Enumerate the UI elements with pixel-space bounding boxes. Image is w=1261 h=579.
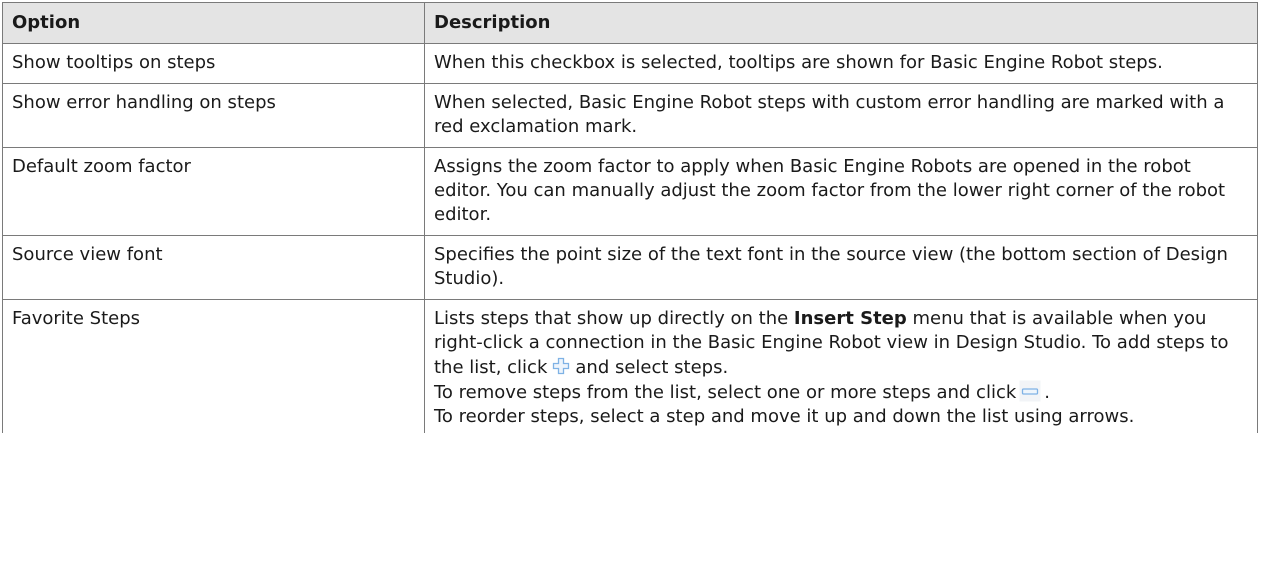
option-cell: Show tooltips on steps: [2, 43, 425, 84]
description-cell: When this checkbox is selected, tooltips…: [424, 43, 1258, 84]
table-row: Source view font Specifies the point siz…: [2, 235, 1258, 300]
table-row: Show error handling on steps When select…: [2, 83, 1258, 148]
description-text: Lists steps that show up directly on the: [434, 308, 794, 329]
header-option: Option: [2, 2, 425, 44]
favorite-steps-paragraph-1: Lists steps that show up directly on the…: [434, 307, 1248, 380]
description-text: .: [1044, 382, 1051, 403]
insert-step-menu-name: Insert Step: [793, 308, 907, 329]
table-row: Default zoom factor Assigns the zoom fac…: [2, 147, 1258, 236]
description-cell: Assigns the zoom factor to apply when Ba…: [424, 147, 1258, 236]
favorite-steps-paragraph-3: To reorder steps, select a step and move…: [434, 406, 1135, 427]
option-cell: Default zoom factor: [2, 147, 425, 236]
table-row: Favorite Steps Lists steps that show up …: [2, 299, 1258, 433]
favorite-steps-paragraph-2: To remove steps from the list, select on…: [434, 380, 1248, 405]
description-text: To remove steps from the list, select on…: [434, 382, 1017, 403]
description-cell: Specifies the point size of the text fon…: [424, 235, 1258, 300]
add-plus-icon: [550, 355, 572, 377]
option-cell: Show error handling on steps: [2, 83, 425, 148]
header-description: Description: [424, 2, 1258, 44]
table-header-row: Option Description: [2, 2, 1258, 44]
remove-minus-icon: [1019, 380, 1041, 402]
description-cell: When selected, Basic Engine Robot steps …: [424, 83, 1258, 148]
description-cell: Lists steps that show up directly on the…: [424, 299, 1258, 433]
option-cell: Favorite Steps: [2, 299, 425, 433]
description-text: and select steps.: [575, 357, 729, 378]
table-row: Show tooltips on steps When this checkbo…: [2, 43, 1258, 84]
option-cell: Source view font: [2, 235, 425, 300]
options-table: Option Description Show tooltips on step…: [2, 2, 1258, 433]
